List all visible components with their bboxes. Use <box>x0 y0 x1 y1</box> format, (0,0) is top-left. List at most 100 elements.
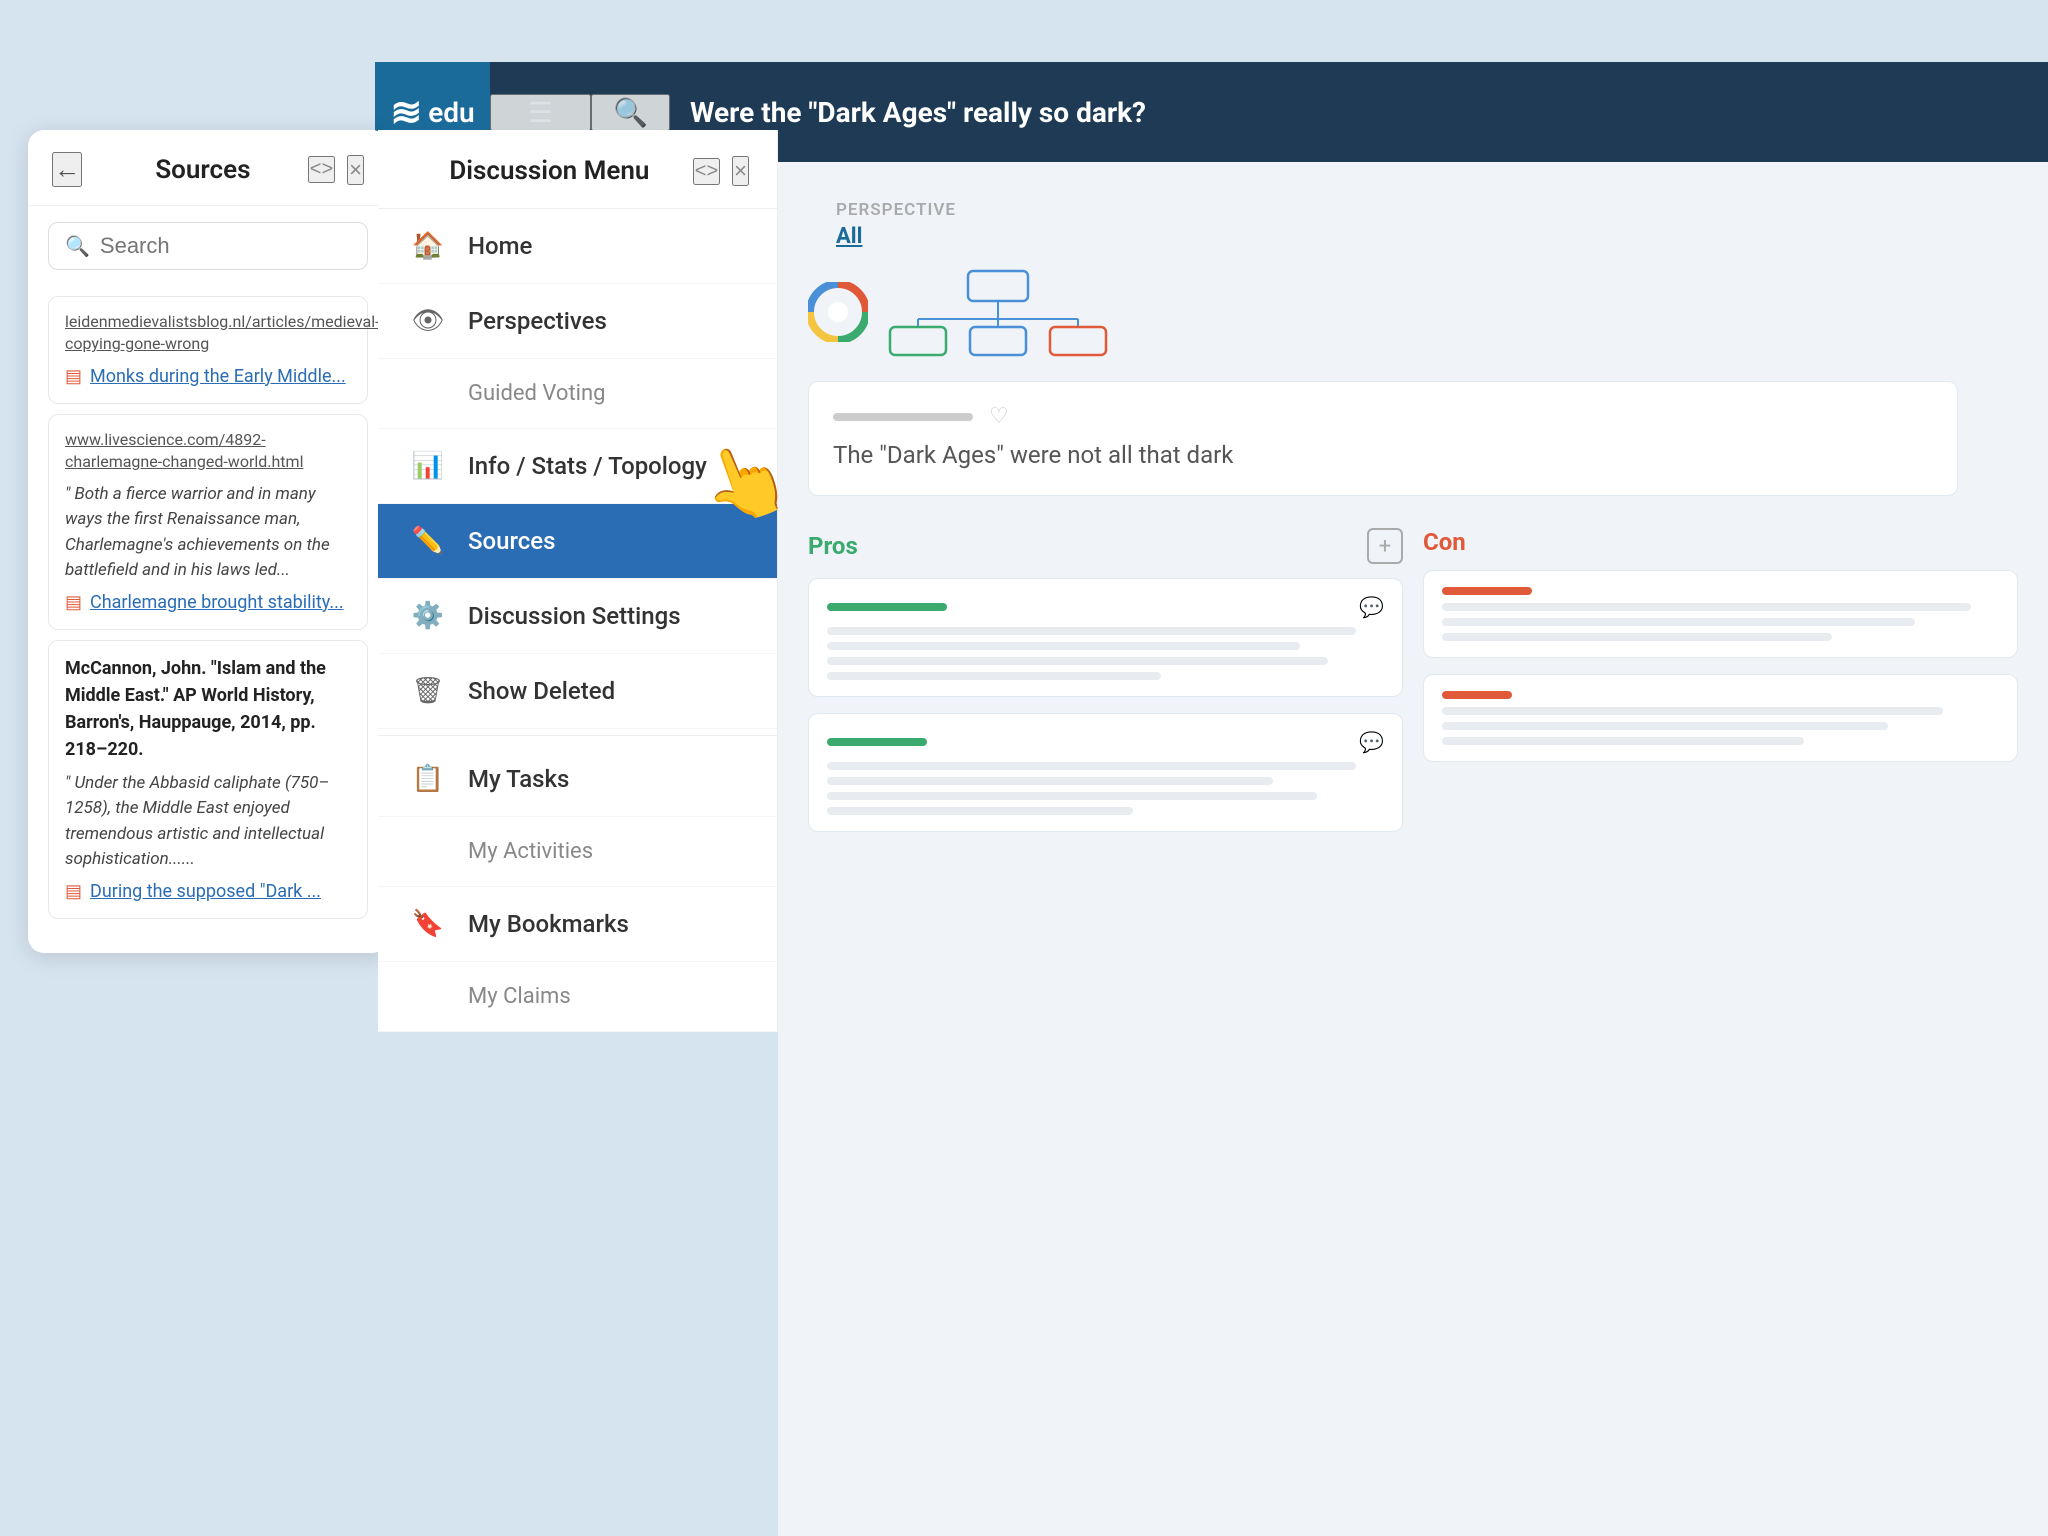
trash-icon: 🗑 <box>410 676 446 706</box>
nav-title: Were the "Dark Ages" really so dark? <box>690 96 1146 129</box>
pros-column: Pros + 💬 <box>808 518 1403 848</box>
bookmarks-icon: 🔖 <box>410 909 446 939</box>
menu-divider <box>378 735 777 736</box>
sources-code-button[interactable]: <> <box>308 156 335 183</box>
menu-item-show-deleted[interactable]: 🗑 Show Deleted <box>378 654 777 729</box>
discussion-card: ♡ The "Dark Ages" were not all that dark <box>808 381 1958 496</box>
menu-code-button[interactable]: <> <box>693 158 720 185</box>
pros-header: Pros + <box>808 518 1403 578</box>
perspective-label: PERSPECTIVE <box>836 200 1990 220</box>
source-link-row-3: ▤ During the supposed "Dark ... <box>65 879 351 904</box>
menu-item-guided-voting[interactable]: Guided Voting <box>378 359 777 429</box>
arg-bar-row-con-1 <box>1442 587 1999 595</box>
source-link-icon-3: ▤ <box>65 881 82 902</box>
menu-item-my-activities[interactable]: My Activities <box>378 817 777 887</box>
source-citation-3: McCannon, John. "Islam and the Middle Ea… <box>65 655 351 763</box>
menu-label-show-deleted: Show Deleted <box>468 677 615 705</box>
menu-label-my-tasks: My Tasks <box>468 765 569 793</box>
perspective-icons-row <box>808 267 2018 357</box>
source-url-2[interactable]: www.livescience.com/4892-charlemagne-cha… <box>65 429 351 474</box>
org-chart-icon <box>888 267 1108 357</box>
argument-card-pro-1: 💬 <box>808 578 1403 697</box>
menu-item-sources[interactable]: ✏️ Sources <box>378 504 777 579</box>
logo-icon: ≋ <box>390 90 420 135</box>
sources-close-button[interactable]: × <box>347 155 364 185</box>
tasks-icon: 📋 <box>410 764 446 794</box>
arg-line-2d <box>827 807 1133 815</box>
source-link-3[interactable]: During the supposed "Dark ... <box>90 879 321 904</box>
arg-line-c2a <box>1442 707 1943 715</box>
add-pro-button[interactable]: + <box>1367 528 1403 564</box>
menu-label-discussion-settings: Discussion Settings <box>468 602 681 630</box>
arg-line-c2c <box>1442 737 1804 745</box>
sources-back-button[interactable]: ← <box>52 152 82 187</box>
source-link-icon-2: ▤ <box>65 592 82 613</box>
source-link-1[interactable]: Monks during the Early Middle... <box>90 364 346 389</box>
menu-item-perspectives[interactable]: 👁 Perspectives <box>378 284 777 359</box>
comment-icon-2: 💬 <box>1359 730 1384 754</box>
menu-label-my-activities: My Activities <box>468 839 593 864</box>
pros-label: Pros <box>808 532 858 560</box>
cons-column: Con <box>1423 518 2018 848</box>
menu-label-info-stats: Info / Stats / Topology <box>468 452 707 480</box>
menu-panel-title: Discussion Menu <box>406 156 693 186</box>
menu-label-perspectives: Perspectives <box>468 307 607 335</box>
arg-line-2b <box>827 777 1273 785</box>
source-card-2: www.livescience.com/4892-charlemagne-cha… <box>48 414 368 630</box>
arg-bar-row-1: 💬 <box>827 595 1384 619</box>
discussion-menu-panel: Discussion Menu <> × 🏠 Home 👁 Perspectiv… <box>378 130 778 1032</box>
arg-line-1b <box>827 642 1300 650</box>
source-link-row-1: ▤ Monks during the Early Middle... <box>65 364 351 389</box>
rating-bar-row: ♡ <box>833 404 1933 429</box>
arg-line-c1b <box>1442 618 1915 626</box>
perspective-bar: PERSPECTIVE All <box>808 182 2018 249</box>
menu-item-info-stats[interactable]: 📊 Info / Stats / Topology <box>378 429 777 504</box>
menu-item-home[interactable]: 🏠 Home <box>378 209 777 284</box>
argument-card-con-2 <box>1423 674 2018 762</box>
main-area: PERSPECTIVE All <box>778 162 2048 1536</box>
hamburger-button[interactable]: ☰ <box>490 94 591 131</box>
menu-item-my-bookmarks[interactable]: 🔖 My Bookmarks <box>378 887 777 962</box>
discussion-text: The "Dark Ages" were not all that dark <box>833 437 1933 473</box>
menu-panel-header: Discussion Menu <> × <box>378 130 777 209</box>
perspective-all[interactable]: All <box>836 224 1990 249</box>
menu-label-home: Home <box>468 232 532 260</box>
arg-bar-row-2: 💬 <box>827 730 1384 754</box>
source-link-icon-1: ▤ <box>65 366 82 387</box>
arg-bar-green-1 <box>827 603 947 611</box>
sources-panel-title: Sources <box>98 155 308 185</box>
arg-line-1d <box>827 672 1161 680</box>
arg-bar-green-2 <box>827 738 927 746</box>
menu-item-my-tasks[interactable]: 📋 My Tasks <box>378 742 777 817</box>
arg-line-c1c <box>1442 633 1832 641</box>
source-url-1[interactable]: leidenmedievalistsblog.nl/articles/medie… <box>65 311 351 356</box>
argument-card-con-1 <box>1423 570 2018 658</box>
menu-label-my-bookmarks: My Bookmarks <box>468 910 629 938</box>
menu-label-guided-voting: Guided Voting <box>468 381 606 406</box>
sources-panel-header: ← Sources <> × <box>28 130 388 206</box>
sources-panel: ← Sources <> × 🔍 leidenmedievalistsblog.… <box>28 130 388 953</box>
menu-item-discussion-settings[interactable]: ⚙️ Discussion Settings <box>378 579 777 654</box>
source-quote-2: " Both a fierce warrior and in many ways… <box>65 482 351 584</box>
pros-cons-row: Pros + 💬 <box>808 518 2018 848</box>
rating-bar <box>833 413 973 421</box>
logo-text: edu <box>428 96 474 129</box>
source-quote-3: " Under the Abbasid caliphate (750–1258)… <box>65 771 351 873</box>
argument-card-pro-2: 💬 <box>808 713 1403 832</box>
heart-icon[interactable]: ♡ <box>989 404 1009 429</box>
source-card-1: leidenmedievalistsblog.nl/articles/medie… <box>48 296 368 404</box>
perspective-wheel-icon <box>808 282 868 342</box>
arg-bar-row-con-2 <box>1442 691 1999 699</box>
menu-item-my-claims[interactable]: My Claims <box>378 962 777 1032</box>
arg-line-1a <box>827 627 1356 635</box>
source-link-row-2: ▤ Charlemagne brought stability... <box>65 590 351 615</box>
menu-label-my-claims: My Claims <box>468 984 571 1009</box>
perspectives-icon: 👁 <box>410 306 446 336</box>
source-link-2[interactable]: Charlemagne brought stability... <box>90 590 344 615</box>
settings-icon: ⚙️ <box>410 601 446 631</box>
nav-search-button[interactable]: 🔍 <box>591 94 670 131</box>
arg-line-1c <box>827 657 1328 665</box>
arg-line-2a <box>827 762 1356 770</box>
menu-close-button[interactable]: × <box>732 156 749 186</box>
sources-search-input[interactable] <box>100 233 351 259</box>
